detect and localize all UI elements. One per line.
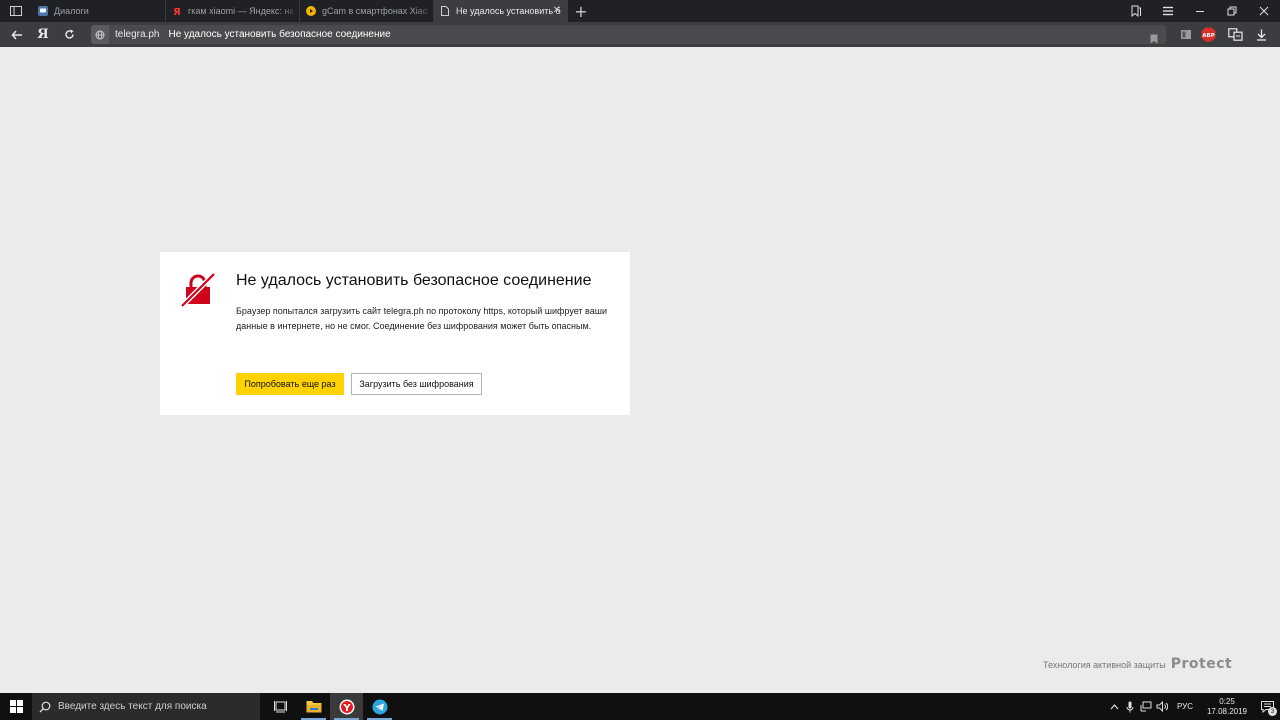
address-domain: telegra.ph <box>115 29 160 40</box>
action-center-button[interactable]: 3 <box>1254 693 1280 720</box>
clock-time: 0:25 <box>1219 696 1235 706</box>
address-bar[interactable]: telegra.ph Не удалось установить безопас… <box>91 25 1166 44</box>
tab-fade <box>281 0 299 22</box>
restore-icon <box>1227 6 1237 16</box>
tab-label: gCam в смартфонах Xiaomi <box>322 6 427 16</box>
adblock-label: ABP <box>1202 33 1214 39</box>
globe-icon <box>95 30 105 39</box>
error-description: Браузер попытался загрузить сайт telegra… <box>236 306 607 331</box>
taskbar-search-box[interactable]: Введите здесь текст для поиска <box>32 693 260 720</box>
adblock-extension-button[interactable]: ABP <box>1197 22 1219 47</box>
back-button[interactable] <box>4 22 30 47</box>
tab-label: гкам xiaomi — Яндекс: нашлось <box>188 6 293 16</box>
speaker-icon <box>1156 701 1168 712</box>
download-icon <box>1256 29 1266 41</box>
start-button[interactable] <box>0 693 32 720</box>
search-icon <box>32 701 58 713</box>
task-view-icon <box>274 700 287 712</box>
site-info-button[interactable] <box>91 25 109 44</box>
close-window-button[interactable] <box>1248 0 1280 22</box>
notification-count: 3 <box>1268 707 1277 716</box>
back-arrow-icon <box>11 30 22 39</box>
search-placeholder: Введите здесь текст для поиска <box>58 701 207 712</box>
chevron-up-icon <box>1110 703 1118 709</box>
network-tray-button[interactable] <box>1138 693 1154 720</box>
plus-icon: + <box>574 1 588 21</box>
clock[interactable]: 0:25 17.08.2019 <box>1200 693 1254 720</box>
yandex-browser-button[interactable]: Y <box>330 693 363 720</box>
menu-button[interactable] <box>1152 0 1184 22</box>
downloads-button[interactable] <box>1250 22 1272 47</box>
yandex-home-button[interactable]: Я <box>30 22 56 47</box>
microphone-icon <box>1126 701 1134 712</box>
yandex-browser-icon: Y <box>339 699 354 714</box>
minimize-icon <box>1196 11 1204 12</box>
translate-extension-button[interactable] <box>1224 22 1246 47</box>
telegram-icon <box>372 699 387 714</box>
svg-text:Я: Я <box>173 7 181 16</box>
translate-icon <box>1227 28 1243 41</box>
yandex-icon: Я <box>172 6 182 16</box>
system-tray: РУС 0:25 17.08.2019 3 <box>1106 693 1280 720</box>
address-page-title: Не удалось установить безопасное соедине… <box>168 29 391 40</box>
task-view-button[interactable] <box>264 693 297 720</box>
svg-text:Y: Y <box>342 703 351 714</box>
sidebar-icon <box>10 6 22 16</box>
folder-icon <box>306 701 321 713</box>
vk-chat-icon <box>38 6 48 16</box>
tab-fade <box>415 0 433 22</box>
reload-button[interactable] <box>56 22 82 47</box>
microphone-tray-button[interactable] <box>1122 693 1138 720</box>
bookmark-collection-icon <box>1131 5 1141 17</box>
bookmark-icon[interactable] <box>1150 29 1158 48</box>
hamburger-icon <box>1163 6 1173 16</box>
sidebar-toggle-button[interactable] <box>0 0 32 22</box>
restore-button[interactable] <box>1216 0 1248 22</box>
clock-date: 17.08.2019 <box>1206 706 1248 716</box>
load-unencrypted-button[interactable]: Загрузить без шифрования <box>351 373 482 395</box>
close-tab-icon[interactable]: ✕ <box>553 5 561 16</box>
tab-label: Не удалось установить безопасное соедине… <box>456 6 561 16</box>
windows-logo-icon <box>9 700 23 713</box>
book-icon <box>1181 30 1191 39</box>
browser-toolbar: Я telegra.ph Не удалось установить безоп… <box>0 22 1280 47</box>
file-explorer-button[interactable] <box>297 693 330 720</box>
close-icon <box>1259 6 1269 16</box>
protect-caption: Технология активной защиты <box>1043 660 1166 670</box>
show-hidden-icons-button[interactable] <box>1106 693 1122 720</box>
window-controls <box>1120 0 1280 22</box>
bookmarks-panel-button[interactable] <box>1120 0 1152 22</box>
new-tab-button[interactable]: + <box>568 0 594 22</box>
tab-gcam[interactable]: gCam в смартфонах Xiaomi <box>300 0 434 22</box>
volume-tray-button[interactable] <box>1154 693 1170 720</box>
broken-lock-icon <box>180 272 216 308</box>
taskbar: Введите здесь текст для поиска Y РУС 0:2… <box>0 693 1280 720</box>
tab-strip: Диалоги Я гкам xiaomi — Яндекс: нашлось … <box>0 0 1280 22</box>
protect-logo: Protect <box>1170 656 1233 672</box>
telegram-button[interactable] <box>363 693 396 720</box>
protect-badge[interactable]: Технология активной защиты Protect <box>1043 656 1232 672</box>
reader-extension-button[interactable] <box>1175 22 1197 47</box>
tab-dialogs[interactable]: Диалоги <box>32 0 166 22</box>
network-icon <box>1140 701 1152 712</box>
retry-button[interactable]: Попробовать еще раз <box>236 373 344 395</box>
tab-label: Диалоги <box>54 6 89 16</box>
connection-error-card: Не удалось установить безопасное соедине… <box>160 252 630 415</box>
tab-ssl-error[interactable]: Не удалось установить безопасное соедине… <box>434 0 568 22</box>
page-icon <box>440 6 450 16</box>
reload-icon <box>64 29 74 39</box>
minimize-button[interactable] <box>1184 0 1216 22</box>
adblock-icon: ABP <box>1201 27 1215 42</box>
tab-yandex-search[interactable]: Я гкам xiaomi — Яндекс: нашлось <box>166 0 300 22</box>
error-title: Не удалось установить безопасное соедине… <box>236 272 592 289</box>
play-icon <box>306 6 316 16</box>
language-indicator[interactable]: РУС <box>1170 693 1200 720</box>
